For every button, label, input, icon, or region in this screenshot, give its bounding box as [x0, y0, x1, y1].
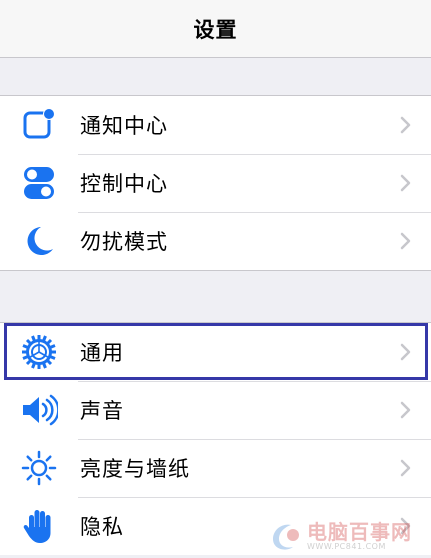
settings-group-1: 通知中心 控制中心 勿扰模式 [0, 95, 431, 271]
watermark: 电脑百事网 WWW.PC841.COM [269, 516, 427, 556]
moon-icon [20, 222, 58, 260]
nav-bar: 设置 [0, 0, 431, 58]
chevron-right-icon [400, 401, 411, 419]
hand-icon [20, 507, 58, 545]
settings-row-control-center[interactable]: 控制中心 [0, 154, 431, 212]
chevron-right-icon [400, 174, 411, 192]
chevron-right-icon [400, 116, 411, 134]
settings-row-brightness-wallpaper[interactable]: 亮度与墙纸 [0, 439, 431, 497]
page-title: 设置 [193, 17, 238, 42]
settings-row-general[interactable]: 通用 [0, 323, 431, 381]
settings-row-do-not-disturb[interactable]: 勿扰模式 [0, 212, 431, 270]
settings-row-label: 勿扰模式 [80, 230, 168, 254]
chevron-right-icon [400, 343, 411, 361]
notification-center-icon [20, 106, 58, 144]
watermark-logo-icon [273, 524, 299, 550]
settings-row-label: 隐私 [80, 515, 124, 539]
settings-row-label: 声音 [80, 399, 124, 423]
settings-row-label: 亮度与墙纸 [80, 457, 190, 481]
settings-row-label: 通用 [80, 341, 124, 365]
settings-row-label: 通知中心 [80, 114, 168, 138]
settings-row-sounds[interactable]: 声音 [0, 381, 431, 439]
sun-icon [20, 449, 58, 487]
chevron-right-icon [400, 459, 411, 477]
watermark-text-block: 电脑百事网 WWW.PC841.COM [307, 522, 412, 551]
gear-icon [20, 333, 58, 371]
chevron-right-icon [400, 232, 411, 250]
settings-row-label: 控制中心 [80, 172, 168, 196]
control-center-icon [20, 164, 58, 202]
watermark-name: 电脑百事网 [307, 519, 412, 544]
settings-row-notification-center[interactable]: 通知中心 [0, 96, 431, 154]
speaker-icon [20, 391, 58, 429]
